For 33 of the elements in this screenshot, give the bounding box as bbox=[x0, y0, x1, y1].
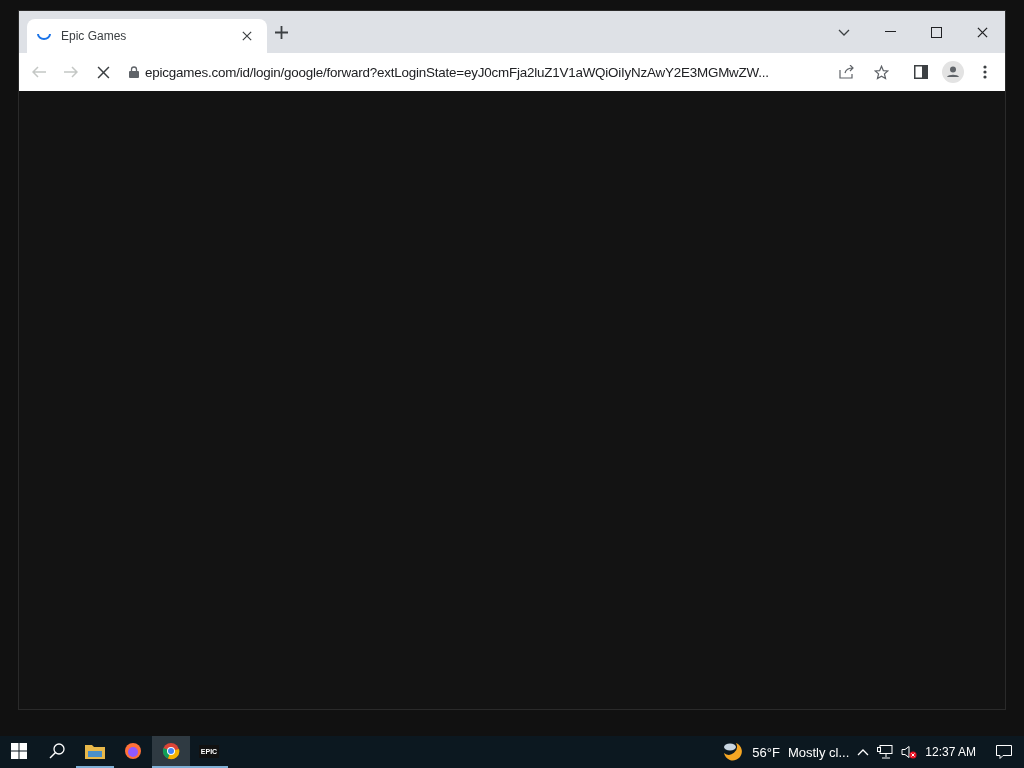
url-text: epicgames.com/id/login/google/forward?extLoginState=eyJ0cmFja2luZ1V1aWQiOiIyNzAwY2E3MGMwZW... bbox=[145, 64, 770, 80]
weather-condition: Mostly cl... bbox=[787, 744, 850, 760]
star-icon bbox=[873, 64, 889, 80]
plus-icon bbox=[274, 25, 288, 39]
chevron-down-icon bbox=[838, 28, 850, 36]
stop-icon bbox=[96, 65, 110, 79]
minimize-icon bbox=[884, 31, 896, 33]
clock[interactable]: 12:37 AM bbox=[925, 745, 976, 759]
chevron-up-icon[interactable] bbox=[857, 748, 870, 756]
maximize-icon bbox=[930, 26, 942, 38]
side-panel-icon bbox=[914, 65, 928, 79]
share-icon bbox=[839, 65, 855, 79]
profile-button[interactable] bbox=[939, 58, 967, 86]
chrome-icon bbox=[162, 742, 180, 760]
temperature: 56°F bbox=[752, 744, 780, 760]
forward-arrow-icon bbox=[64, 66, 78, 78]
notification-icon[interactable] bbox=[996, 744, 1012, 760]
muted-speaker-icon[interactable] bbox=[901, 745, 918, 759]
more-icon bbox=[983, 65, 987, 79]
search-icon bbox=[49, 743, 65, 759]
network-icon[interactable] bbox=[877, 745, 894, 759]
globe-icon bbox=[124, 742, 142, 760]
taskbar-app[interactable] bbox=[152, 736, 190, 768]
windows-icon bbox=[11, 743, 27, 759]
folder-icon bbox=[85, 743, 105, 759]
moon-cloud-icon bbox=[722, 741, 745, 763]
back-arrow-icon bbox=[32, 66, 46, 78]
person-icon bbox=[942, 61, 964, 83]
close-icon bbox=[976, 26, 988, 38]
lock-icon bbox=[129, 66, 139, 78]
browser-tab[interactable]: Epic Games bbox=[27, 19, 267, 53]
tab-title: Epic Games bbox=[61, 29, 128, 43]
close-icon bbox=[242, 31, 252, 41]
